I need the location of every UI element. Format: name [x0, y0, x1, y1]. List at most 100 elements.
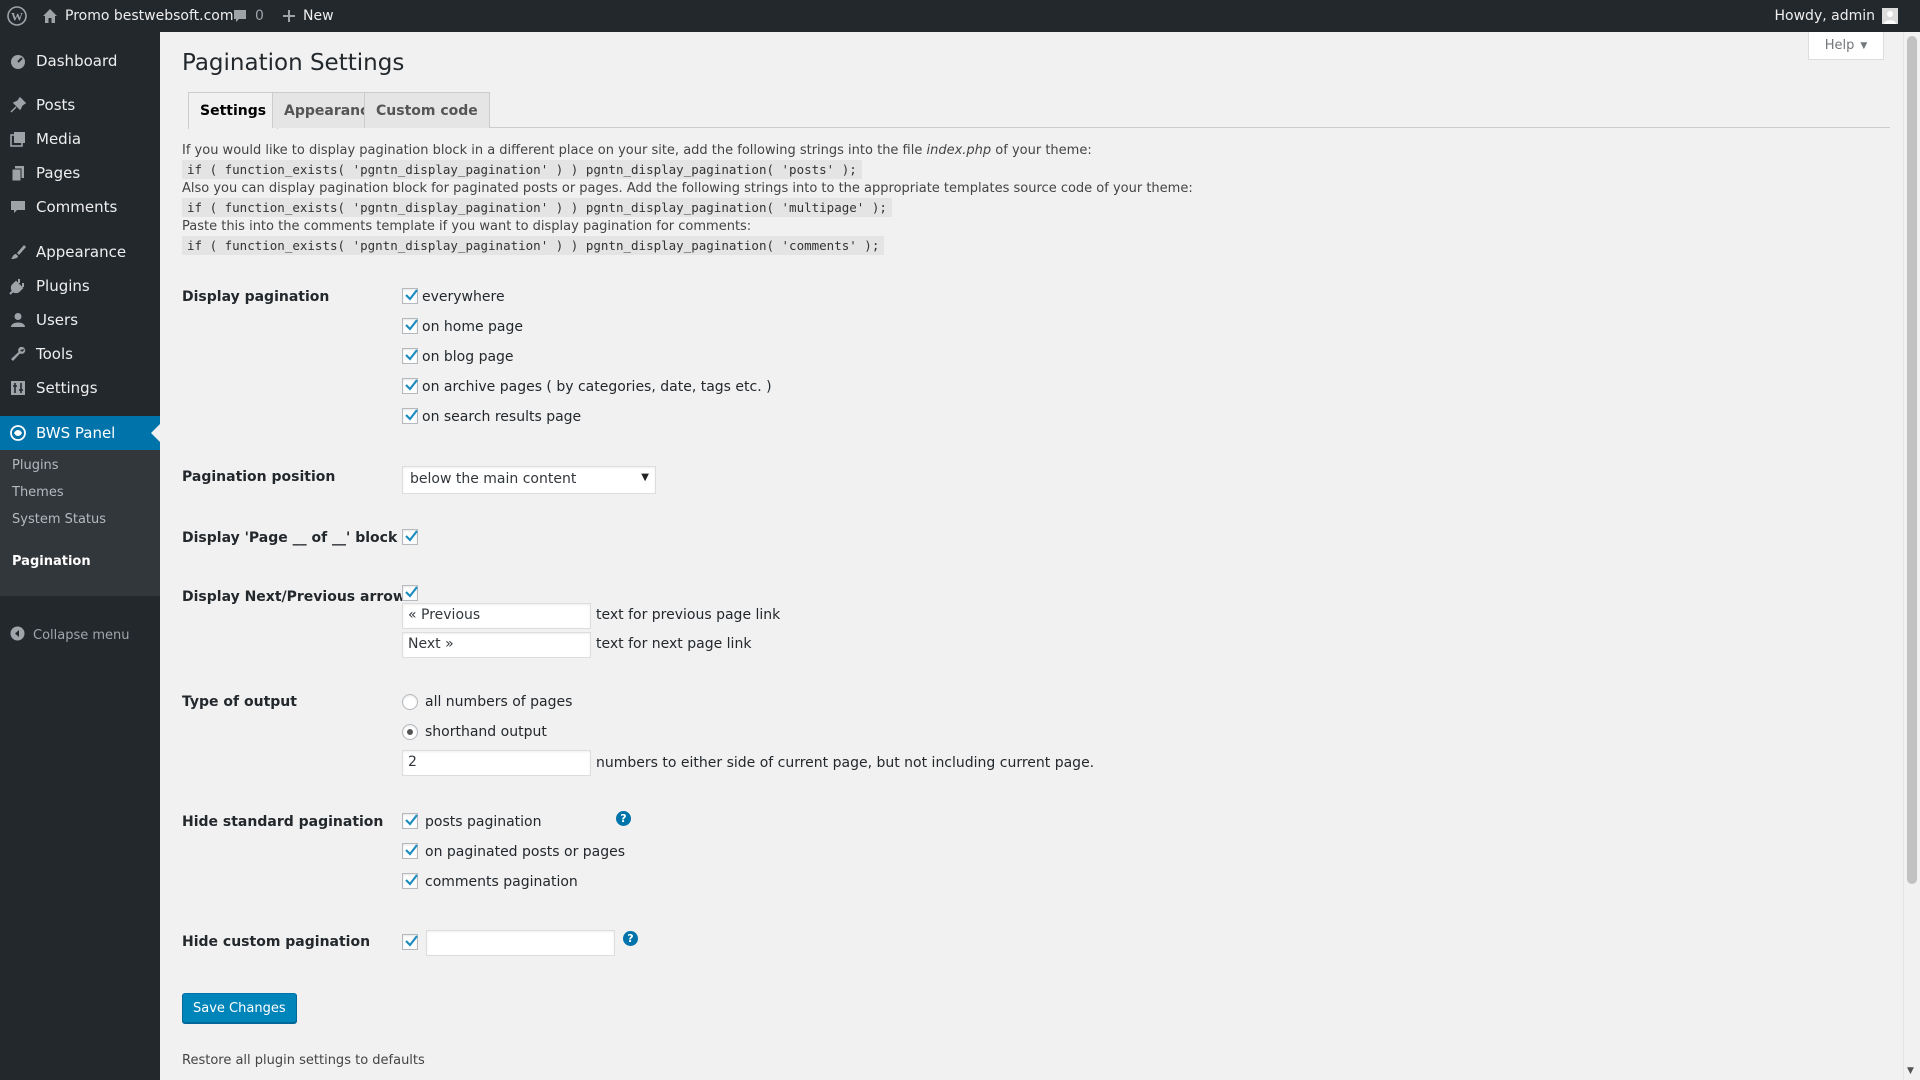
settings-icon: [0, 379, 36, 397]
account-menu[interactable]: Howdy, admin: [1775, 0, 1898, 32]
menu-media-label: Media: [36, 130, 82, 148]
home-icon: [42, 8, 58, 24]
scrollbar[interactable]: ▼: [1903, 32, 1920, 1080]
menu-comments[interactable]: Comments: [0, 190, 160, 224]
page-title: Pagination Settings: [182, 50, 405, 76]
site-name-link[interactable]: Promo bestwebsoft.com: [42, 0, 233, 32]
posts-pagination-checkbox[interactable]: [402, 813, 418, 829]
media-icon: [0, 130, 36, 148]
svg-text:W: W: [11, 10, 23, 24]
menu-plugins-label: Plugins: [36, 277, 90, 295]
everywhere-checkbox[interactable]: [402, 288, 418, 304]
collapse-menu-button[interactable]: Collapse menu: [10, 626, 130, 645]
paginated-posts-checkbox[interactable]: [402, 843, 418, 859]
intro-line-1-text: If you would like to display pagination …: [182, 143, 927, 158]
menu-bws-panel-label: BWS Panel: [36, 424, 116, 442]
menu-plugins[interactable]: Plugins: [0, 269, 160, 303]
menu-dashboard-label: Dashboard: [36, 52, 118, 70]
main-content: Help ▼ Pagination Settings Settings Appe…: [182, 32, 1920, 1080]
scrollbar-thumb[interactable]: [1907, 36, 1917, 884]
tab-custom-code[interactable]: Custom code: [364, 92, 490, 128]
help-label: Help: [1824, 38, 1855, 53]
menu-pages-label: Pages: [36, 164, 81, 182]
previous-text-input[interactable]: « Previous: [402, 603, 591, 629]
next-prev-arrows-label: Display Next/Previous arrows: [182, 589, 415, 605]
menu-appearance[interactable]: Appearance: [0, 235, 160, 269]
code-snippet-multipage: if ( function_exists( 'pgntn_display_pag…: [182, 198, 892, 217]
next-text-input[interactable]: Next »: [402, 632, 591, 658]
help-button[interactable]: Help ▼: [1808, 32, 1884, 60]
everywhere-label: everywhere: [422, 289, 505, 305]
page-of-block-label: Display 'Page __ of __' block: [182, 530, 398, 546]
home-page-checkbox[interactable]: [402, 318, 418, 334]
menu-appearance-label: Appearance: [36, 243, 127, 261]
avatar: [1882, 8, 1898, 24]
pin-icon: [0, 96, 36, 114]
site-name-label: Promo bestwebsoft.com: [65, 8, 234, 24]
menu-users-label: Users: [36, 311, 79, 329]
display-pagination-label: Display pagination: [182, 289, 330, 305]
previous-text-desc: text for previous page link: [596, 607, 781, 623]
next-prev-arrows-checkbox[interactable]: [402, 585, 418, 601]
code-snippet-comments: if ( function_exists( 'pgntn_display_pag…: [182, 236, 885, 255]
custom-pagination-input[interactable]: [426, 930, 615, 956]
posts-pagination-label: posts pagination: [425, 814, 542, 830]
hide-custom-checkbox[interactable]: [402, 934, 418, 950]
menu-dashboard[interactable]: Dashboard: [0, 44, 160, 78]
pagination-position-select[interactable]: below the main content ▼: [402, 466, 656, 494]
search-results-checkbox[interactable]: [402, 408, 418, 424]
comments-pagination-checkbox[interactable]: [402, 873, 418, 889]
restore-defaults-link[interactable]: Restore all plugin settings to defaults: [182, 1053, 425, 1068]
bws-icon: [0, 424, 36, 442]
menu-tools-label: Tools: [36, 345, 73, 363]
menu-comments-label: Comments: [36, 198, 118, 216]
page-of-block-checkbox[interactable]: [402, 529, 418, 545]
pages-icon: [0, 164, 36, 182]
hide-standard-label: Hide standard pagination: [182, 814, 384, 830]
caret-down-icon: ▼: [1860, 40, 1868, 51]
comments-link[interactable]: 0: [232, 0, 264, 32]
wrench-icon: [0, 345, 36, 363]
save-changes-button[interactable]: Save Changes: [182, 993, 297, 1023]
menu-bws-panel[interactable]: BWS Panel: [0, 416, 160, 450]
comments-count: 0: [255, 8, 264, 24]
search-results-label: on search results page: [422, 409, 582, 425]
shorthand-output-radio[interactable]: [402, 724, 418, 740]
wordpress-logo-icon[interactable]: W: [0, 0, 34, 32]
scroll-down-arrow-icon[interactable]: ▼: [1907, 1066, 1914, 1076]
blog-page-checkbox[interactable]: [402, 348, 418, 364]
blog-page-label: on blog page: [422, 349, 514, 365]
shorthand-output-label: shorthand output: [425, 724, 547, 740]
tab-bar: Settings Appearance Custom code: [188, 92, 1890, 129]
intro-file-name: index.php: [926, 143, 992, 158]
menu-posts-label: Posts: [36, 96, 76, 114]
side-numbers-desc: numbers to either side of current page, …: [596, 755, 1095, 771]
archive-pages-checkbox[interactable]: [402, 378, 418, 394]
submenu-pagination[interactable]: Pagination: [12, 554, 91, 569]
comments-pagination-label: comments pagination: [425, 874, 578, 890]
pagination-position-value: below the main content: [410, 471, 577, 487]
tab-settings[interactable]: Settings: [188, 92, 279, 129]
side-numbers-input[interactable]: 2: [402, 750, 591, 776]
user-icon: [0, 311, 36, 329]
menu-users[interactable]: Users: [0, 303, 160, 337]
menu-posts[interactable]: Posts: [0, 88, 160, 122]
intro-line-2: Also you can display pagination block fo…: [182, 181, 1193, 196]
question-mark-icon[interactable]: ?: [616, 811, 631, 826]
next-text-desc: text for next page link: [596, 636, 752, 652]
menu-pages[interactable]: Pages: [0, 156, 160, 190]
question-mark-icon[interactable]: ?: [623, 931, 638, 946]
intro-line-1: If you would like to display pagination …: [182, 143, 1092, 158]
collapse-menu-label: Collapse menu: [33, 628, 130, 643]
submenu-themes[interactable]: Themes: [12, 485, 64, 500]
menu-tools[interactable]: Tools: [0, 337, 160, 371]
all-numbers-label: all numbers of pages: [425, 694, 573, 710]
menu-media[interactable]: Media: [0, 122, 160, 156]
bws-submenu: Plugins Themes System Status Pagination: [0, 450, 160, 596]
submenu-plugins[interactable]: Plugins: [12, 458, 59, 473]
new-content-link[interactable]: New: [282, 0, 334, 32]
dashboard-icon: [0, 52, 36, 70]
all-numbers-radio[interactable]: [402, 694, 418, 710]
menu-settings[interactable]: Settings: [0, 371, 160, 405]
submenu-system-status[interactable]: System Status: [12, 512, 106, 527]
